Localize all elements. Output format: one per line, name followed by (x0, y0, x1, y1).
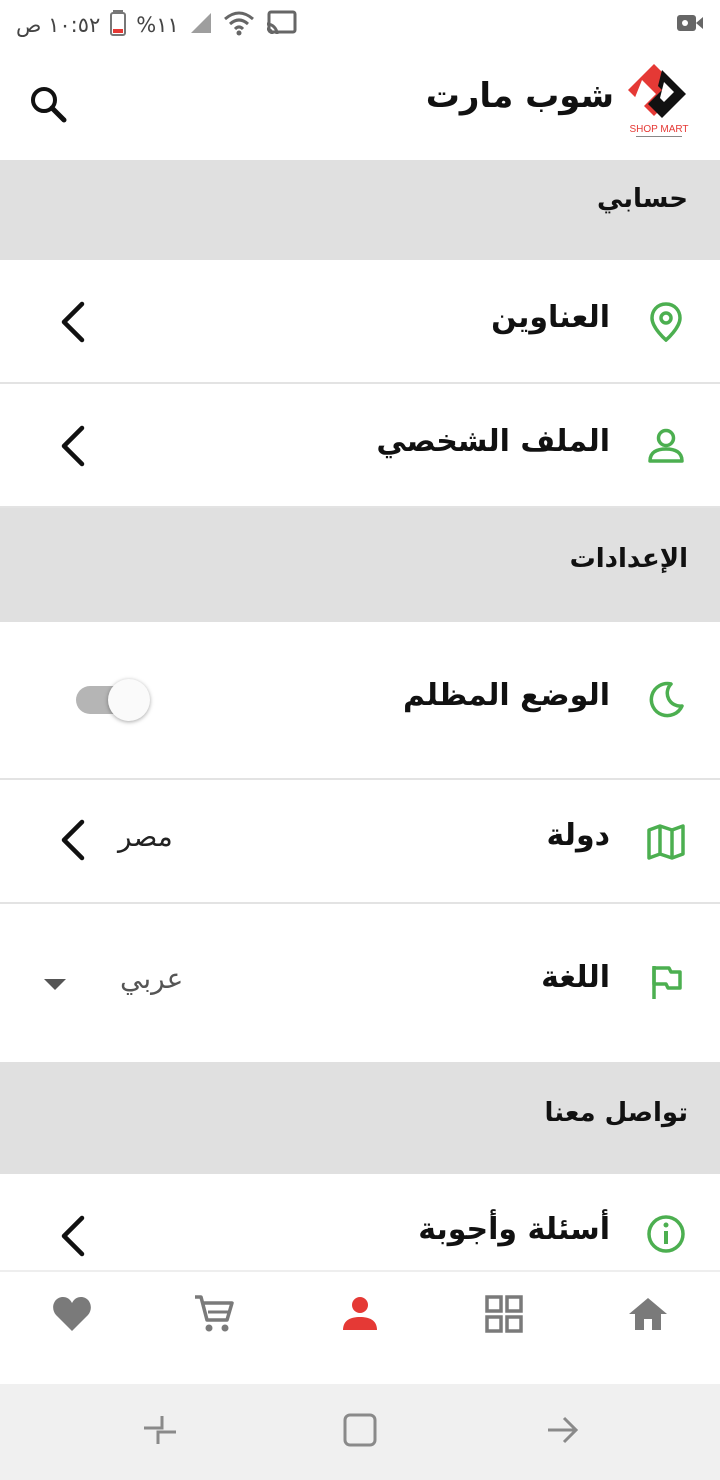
battery-percent: %١١ (136, 13, 179, 37)
logo-text: SHOP MART (629, 124, 688, 135)
system-nav-bar (0, 1384, 720, 1480)
row-dark-mode: الوضع المظلم (0, 622, 720, 780)
search-icon (28, 84, 68, 128)
app-bar: شوب مارت SHOP MART (0, 52, 720, 160)
search-button[interactable] (22, 80, 74, 132)
square-icon (342, 1412, 378, 1452)
row-addresses[interactable]: العناوين (0, 260, 720, 384)
status-bar: ١٠:٥٢ ص %١١ (0, 0, 720, 52)
row-faq-label: أسئلة وأجوبة (418, 1212, 610, 1247)
cart-icon (193, 1294, 235, 1338)
video-record-icon (676, 12, 704, 38)
wifi-icon (223, 10, 255, 41)
map-icon (646, 822, 686, 862)
status-right (676, 10, 704, 40)
section-account: حسابي (0, 160, 720, 260)
row-country-value: مصر (118, 820, 173, 853)
row-profile[interactable]: الملف الشخصي (0, 384, 720, 508)
person-icon (341, 1296, 379, 1336)
flag-icon (646, 962, 686, 1002)
row-addresses-label: العناوين (491, 300, 610, 335)
home-system-button[interactable] (336, 1408, 384, 1456)
chevron-left-icon (56, 298, 92, 346)
chevron-left-icon (56, 816, 92, 864)
back-button[interactable] (538, 1408, 586, 1456)
section-contact-title: تواصل معنا (544, 1098, 688, 1128)
back-arrow-icon (544, 1412, 580, 1452)
row-language[interactable]: اللغة عربي (0, 904, 720, 1062)
cast-icon (265, 10, 297, 41)
status-left: ١٠:٥٢ ص %١١ (16, 9, 297, 41)
location-pin-icon (646, 302, 686, 342)
nav-favorites[interactable] (36, 1286, 108, 1346)
row-faq[interactable]: أسئلة وأجوبة (0, 1174, 720, 1270)
chevron-left-icon (56, 422, 92, 470)
row-profile-label: الملف الشخصي (376, 424, 610, 459)
status-time: ١٠:٥٢ ص (16, 13, 101, 37)
section-settings-title: الإعدادات (569, 544, 688, 574)
language-select[interactable]: عربي (120, 962, 183, 995)
section-contact: تواصل معنا (0, 1062, 720, 1174)
row-dark-mode-label: الوضع المظلم (403, 678, 610, 713)
nav-home[interactable] (612, 1286, 684, 1346)
section-settings: الإعدادات (0, 508, 720, 622)
nav-cart[interactable] (178, 1286, 250, 1346)
signal-icon (189, 11, 213, 40)
toggle-knob (108, 679, 150, 721)
chevron-left-icon (56, 1212, 92, 1260)
section-account-title: حسابي (596, 184, 688, 214)
heart-icon (51, 1295, 93, 1337)
info-icon (646, 1214, 686, 1254)
person-outline-icon (646, 426, 686, 466)
app-title: شوب مارت (425, 76, 614, 116)
nav-profile[interactable] (324, 1286, 396, 1346)
recent-apps-icon (140, 1412, 180, 1452)
row-language-label: اللغة (541, 960, 610, 995)
shopmart-logo: SHOP MART (618, 62, 700, 142)
row-country[interactable]: دولة مصر (0, 780, 720, 904)
nav-categories[interactable] (468, 1286, 540, 1346)
row-country-label: دولة (546, 818, 610, 853)
grid-icon (485, 1295, 523, 1337)
recent-apps-button[interactable] (136, 1408, 184, 1456)
battery-icon (110, 9, 127, 41)
bottom-nav (0, 1270, 720, 1384)
dark-mode-toggle[interactable] (76, 678, 150, 722)
home-icon (627, 1296, 669, 1336)
dropdown-arrow-icon (44, 976, 66, 990)
moon-icon (646, 680, 686, 720)
